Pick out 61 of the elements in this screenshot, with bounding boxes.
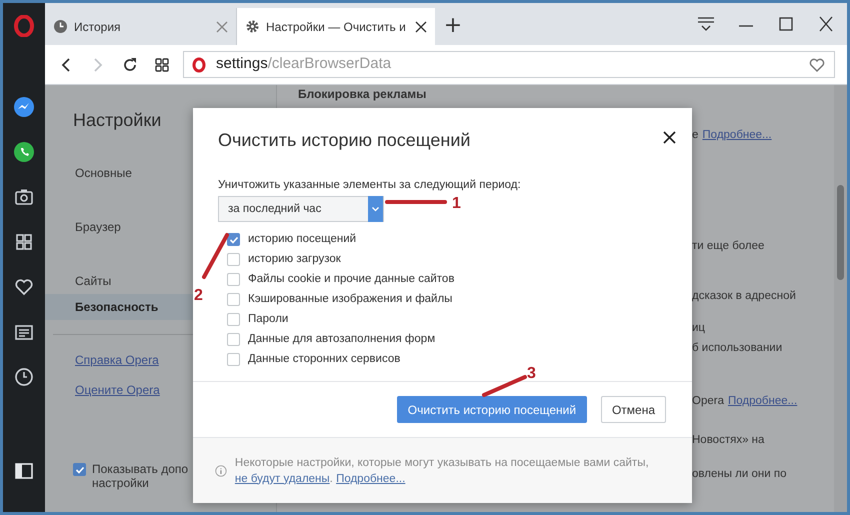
checkbox[interactable]: [73, 463, 86, 476]
checkbox[interactable]: [227, 273, 240, 286]
gear-icon: [245, 19, 260, 34]
tab-label: Настройки — Очистить и: [266, 18, 407, 36]
page-title: Настройки: [73, 109, 162, 132]
tab[interactable]: Настройки — Очистить и: [237, 8, 435, 45]
tab-label: История: [74, 18, 122, 36]
setting-text: дсказок в адресной: [692, 289, 796, 304]
checkbox-label: историю загрузок: [248, 252, 341, 268]
checkbox[interactable]: [227, 293, 240, 306]
clock-icon: [53, 19, 68, 34]
help-link[interactable]: Оцените Opera: [75, 381, 160, 399]
section-heading: Блокировка рекламы: [298, 87, 426, 101]
setting-text: б использовании: [692, 341, 782, 356]
new-tab-button[interactable]: +: [441, 13, 465, 39]
checkbox-label: Показывать допо настройки: [92, 462, 188, 490]
checkbox[interactable]: [227, 233, 240, 246]
address-field[interactable]: settings/clearBrowserData: [183, 51, 835, 78]
more-link[interactable]: Подробнее...: [702, 127, 772, 144]
checkbox-label: историю посещений: [248, 232, 356, 248]
grid-icon[interactable]: [153, 56, 171, 74]
dropdown-icon: [368, 196, 383, 222]
help-link[interactable]: Справка Opera: [75, 351, 159, 369]
annotation-line: [482, 375, 527, 397]
tab-menu-icon[interactable]: [695, 15, 717, 33]
annotation-number: 3: [527, 365, 536, 382]
checkbox[interactable]: [227, 353, 240, 366]
dialog-title: Очистить историю посещений: [218, 129, 470, 152]
not-deleted-link[interactable]: не будут удалены: [234, 472, 330, 484]
period-label: Уничтожить указанные элементы за следующий период:: [218, 178, 522, 193]
setting-text: ти еще более: [692, 239, 764, 254]
period-select[interactable]: за последний час: [218, 196, 384, 222]
annotation-number: 1: [452, 195, 461, 212]
close-icon[interactable]: [663, 131, 676, 144]
checkbox[interactable]: [227, 333, 240, 346]
close-icon[interactable]: [415, 20, 427, 32]
setting-text: Новостях» на: [692, 433, 764, 448]
setting-text: Opera: [692, 394, 724, 409]
reload-icon[interactable]: [121, 56, 139, 74]
setting-text: е: [692, 128, 698, 143]
sidebar-toggle-icon[interactable]: [15, 463, 33, 479]
checkbox-label: Файлы cookie и прочие данные сайтов: [248, 272, 454, 288]
url-text: settings/clearBrowserData: [216, 54, 392, 74]
setting-text: иц: [692, 321, 706, 336]
checkbox[interactable]: [227, 313, 240, 326]
clear-history-button[interactable]: Очистить историю посещений: [396, 396, 587, 423]
scrollbar-thumb[interactable]: [837, 185, 844, 280]
grid-icon[interactable]: [13, 231, 35, 253]
checkbox-label: Данные для автозаполнения форм: [248, 332, 436, 348]
setting-text: овлены ли они по: [692, 467, 786, 482]
info-note: Некоторые настройки, которые могут указывать на посещаемые вами сайты, не будут удалены. Подробнее...: [234, 456, 650, 486]
more-link[interactable]: Подробнее...: [336, 472, 406, 484]
heart-icon[interactable]: [808, 56, 826, 72]
more-link[interactable]: Подробнее...: [728, 393, 798, 410]
cancel-button[interactable]: Отмена: [600, 396, 666, 423]
annotation-line: [202, 233, 229, 279]
clock-icon[interactable]: [13, 366, 35, 388]
info-icon: [215, 462, 227, 478]
checkbox[interactable]: [227, 253, 240, 266]
annotation-line: [385, 200, 447, 204]
checkbox-label: Данные сторонних сервисов: [248, 352, 400, 368]
